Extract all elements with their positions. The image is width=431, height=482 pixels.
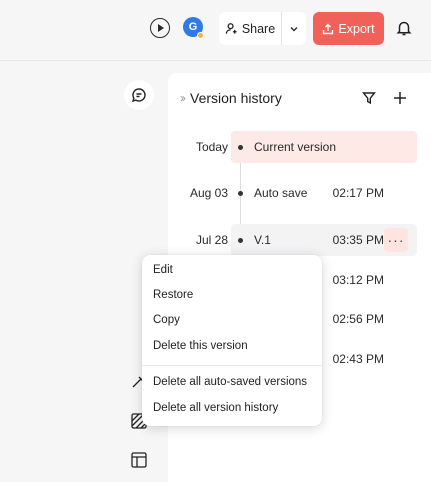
user-icon [225,23,237,34]
version-time: 02:17 PM [332,186,384,200]
share-group: Share [219,12,306,45]
menu-divider [142,365,322,366]
layout-icon[interactable] [130,451,148,469]
version-time: 02:56 PM [332,312,384,326]
version-time: 02:43 PM [332,352,384,366]
version-context-menu: Edit Restore Copy Delete this version De… [142,255,322,426]
version-row[interactable]: Jul 28 V.1 03:35 PM ··· [168,224,431,256]
version-date: Jul 28 [195,233,228,247]
menu-item-restore[interactable]: Restore [142,283,322,307]
play-icon[interactable] [150,18,170,38]
timeline-dot [238,145,243,150]
version-date: Today [195,140,228,154]
plus-icon[interactable] [392,90,408,106]
panel-title: Version history [190,90,282,106]
share-button[interactable]: Share [219,12,281,45]
export-label: Export [338,21,375,36]
menu-item-delete-auto-saved[interactable]: Delete all auto-saved versions [142,370,322,394]
version-date: Aug 03 [189,186,228,200]
comment-icon [131,88,146,103]
version-name: Current version [254,140,337,154]
menu-item-edit[interactable]: Edit [142,258,322,282]
menu-item-copy[interactable]: Copy [142,308,322,332]
top-bar: G Share Export [0,0,431,61]
version-row[interactable]: Today Current version [168,131,431,163]
timeline-dot [238,191,243,196]
version-time: 03:35 PM [332,233,384,247]
more-options-button[interactable]: ··· [384,228,408,252]
version-time: 03:12 PM [332,273,384,287]
double-chevron-right-icon[interactable]: ›› [180,91,186,105]
menu-item-delete-all-history[interactable]: Delete all version history [142,396,322,420]
chevron-down-icon [290,26,298,32]
share-label: Share [241,21,276,36]
export-button[interactable]: Export [313,12,384,45]
version-name: V.1 [254,233,271,247]
bell-icon[interactable] [395,19,413,37]
menu-item-delete-version[interactable]: Delete this version [142,334,322,358]
comment-button[interactable] [124,80,154,110]
version-row[interactable]: Aug 03 Auto save 02:17 PM [168,177,431,209]
timeline-dot [238,238,243,243]
share-dropdown-button[interactable] [282,12,306,45]
panel-header: ›› Version history [180,90,282,106]
version-name: Auto save [254,186,308,200]
avatar-status-dot [197,32,204,39]
filter-icon[interactable] [362,91,376,105]
export-icon [323,23,334,34]
